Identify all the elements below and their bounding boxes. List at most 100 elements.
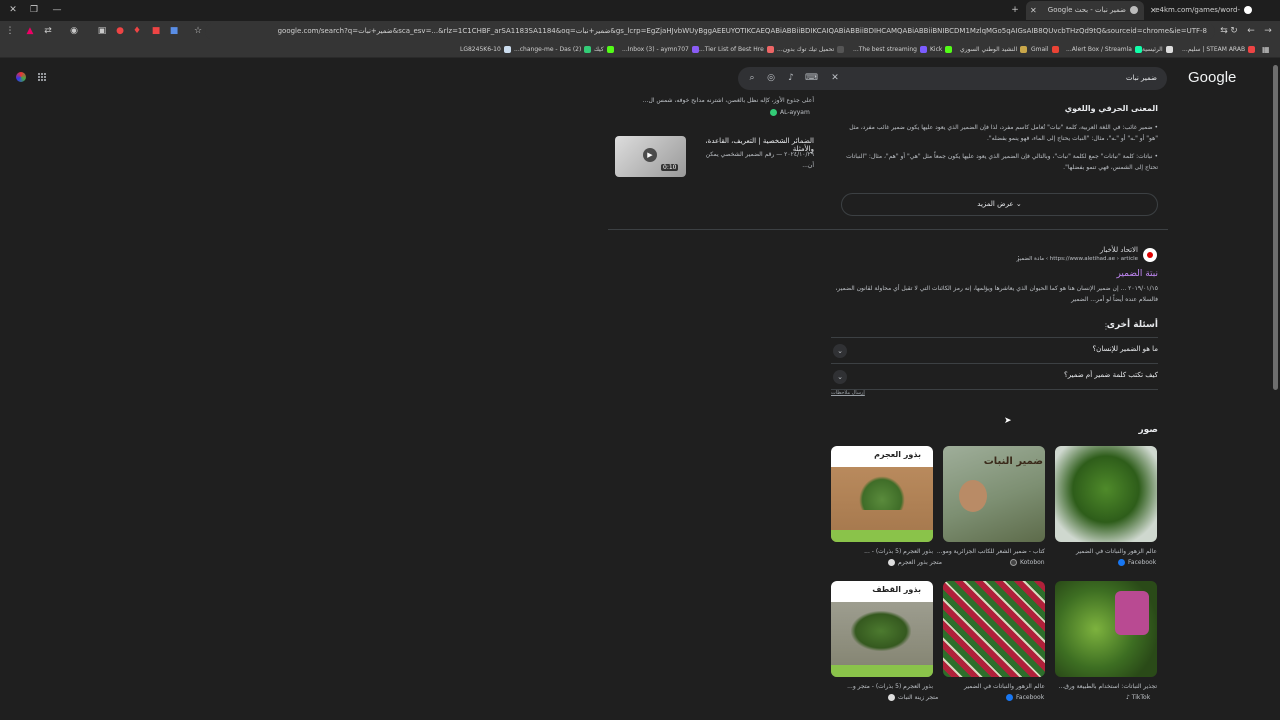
result-site-name[interactable]: الاتحاد للأخبار bbox=[1000, 246, 1138, 254]
play-icon[interactable]: ▶ bbox=[643, 148, 657, 162]
more-menu-icon[interactable]: ⋮ bbox=[4, 25, 16, 37]
google-logo[interactable]: Google bbox=[1188, 69, 1236, 86]
image-overlay-text: ضمير النبات bbox=[983, 456, 1043, 467]
paa-heading: أسئلة أخرى bbox=[1106, 320, 1158, 330]
tab-word-league[interactable]: ✕ e4km.com/games/word-league bbox=[1146, 1, 1258, 33]
more-options-icon[interactable]: ⋮ bbox=[1015, 255, 1022, 263]
all-bookmarks-icon[interactable]: ▦ bbox=[1262, 42, 1270, 58]
image-caption[interactable]: تجذير النباتات: استخدام بالطبيعة ورق... bbox=[1047, 682, 1157, 691]
bookmark-item[interactable]: LG8245K6-10 bbox=[460, 42, 511, 58]
bookmark-star-icon[interactable]: ☆ bbox=[192, 25, 204, 37]
mouse-cursor-icon: ➤ bbox=[1004, 416, 1012, 426]
side-result-date: ٢٠٢٤/١٠/٢٩ bbox=[784, 151, 814, 158]
bookmark-item[interactable]: STEAM ARAB | سليم... bbox=[1182, 42, 1256, 58]
apps-grid-icon[interactable] bbox=[38, 73, 47, 82]
extensions-puzzle-icon[interactable]: ▣ bbox=[96, 25, 108, 37]
definition-bullet-text: نباتات: كلمة "نباتات" جمع لكلمة "نبات"، … bbox=[846, 153, 1158, 171]
close-tab-icon[interactable]: ✕ bbox=[1150, 1, 1157, 20]
extension-icon[interactable]: ▲ bbox=[24, 25, 36, 37]
image-caption[interactable]: بذور العجرم (5 بذرات) - ... bbox=[823, 547, 933, 556]
bookmark-item[interactable]: Inbox (3) - aymn707... bbox=[622, 42, 699, 58]
bookmark-item[interactable]: الرئيسية bbox=[1142, 42, 1173, 58]
bookmark-label: The best streaming... bbox=[853, 46, 917, 53]
minimize-window-icon[interactable]: — bbox=[50, 3, 64, 17]
image-figure bbox=[959, 480, 987, 512]
image-figure bbox=[859, 476, 905, 510]
bookmark-label: كيك bbox=[594, 46, 604, 53]
image-overlay-text: بذور العجرم bbox=[874, 450, 921, 459]
close-window-icon[interactable]: ✕ bbox=[6, 3, 20, 17]
paa-question[interactable]: كيف تكتب كلمة ضمير أم ضمير؟ bbox=[900, 371, 1158, 379]
image-result[interactable]: ضمير النبات bbox=[943, 446, 1045, 542]
profile-icon[interactable]: ◉ bbox=[68, 25, 80, 37]
image-source-label: TikTok bbox=[1131, 694, 1151, 701]
restore-window-icon[interactable]: ❐ bbox=[27, 3, 41, 17]
images-heading: صور bbox=[1138, 425, 1158, 435]
new-tab-icon[interactable]: + bbox=[1008, 3, 1022, 17]
bookmark-item[interactable]: تحميل تيك توك بدون... bbox=[777, 42, 845, 58]
search-box[interactable]: ⌕ ◎ ♪ ⌨ ✕ ضمير نبات bbox=[738, 67, 1167, 90]
image-source-label: متجر زينة النبات bbox=[898, 694, 939, 701]
tab-google-search[interactable]: ✕ ضمير نبات - بحث Google bbox=[1026, 1, 1144, 20]
reload-icon[interactable]: ↻ bbox=[1228, 25, 1240, 37]
bookmark-item[interactable]: Alert Box / Streamla... bbox=[1066, 42, 1142, 58]
bookmark-item[interactable]: كيك bbox=[594, 42, 614, 58]
image-result[interactable]: بذور العجرم bbox=[831, 446, 933, 542]
extension-icon[interactable]: ■ bbox=[168, 25, 180, 37]
bookmark-label: (2) change-me - Das... bbox=[514, 46, 582, 53]
image-result[interactable] bbox=[1055, 581, 1157, 677]
image-result[interactable] bbox=[1055, 446, 1157, 542]
avatar[interactable] bbox=[16, 72, 26, 82]
image-source: متجر بذور العجرم bbox=[888, 559, 942, 566]
lens-icon[interactable]: ◎ bbox=[765, 72, 777, 84]
extension-icon[interactable]: ■ bbox=[150, 25, 162, 37]
paa-question[interactable]: ما هو الضمير للإنسان؟ bbox=[900, 345, 1158, 353]
address-url: google.com/search?q=ضمير+نبات&sca_esv=..… bbox=[277, 27, 1207, 35]
result-url[interactable]: https://www.aletihad.ae › article › مادة… bbox=[970, 256, 1138, 262]
bookmark-item[interactable]: The best streaming... bbox=[853, 42, 927, 58]
chevron-down-icon[interactable]: ⌄ bbox=[833, 344, 847, 358]
close-tab-icon[interactable]: ✕ bbox=[1030, 1, 1037, 20]
side-result-source-label: AL-ayyam bbox=[780, 109, 810, 116]
bookmark-item[interactable]: Tier List of Best Hre... bbox=[699, 42, 774, 58]
definition-heading: المعنى الحرفي واللغوي bbox=[1064, 104, 1158, 113]
bookmark-item[interactable]: Kick bbox=[930, 42, 953, 58]
show-more-button[interactable]: عرض المزيد ⌄ bbox=[841, 193, 1158, 216]
more-options-icon[interactable]: ⋮ bbox=[1102, 322, 1110, 331]
bookmark-item[interactable]: (2) change-me - Das... bbox=[514, 42, 592, 58]
extension-icon[interactable]: ⇄ bbox=[42, 25, 54, 37]
extension-icon[interactable]: ● bbox=[114, 25, 126, 37]
bookmark-label: تحميل تيك توك بدون... bbox=[777, 46, 835, 53]
bookmark-label: الرئيسية bbox=[1142, 46, 1163, 53]
search-input[interactable]: ضمير نبات bbox=[1126, 67, 1157, 90]
bookmark-item[interactable]: النشيد الوطني السوري bbox=[960, 42, 1028, 58]
image-caption[interactable]: بذور العجرم (5 بذرات) - متجر و... bbox=[823, 682, 933, 691]
microphone-icon[interactable]: ♪ bbox=[785, 72, 797, 84]
bookmark-item[interactable]: Gmail bbox=[1031, 42, 1059, 58]
back-icon[interactable]: ← bbox=[1245, 25, 1257, 37]
side-result-snippet: أعلى جذوع الأوز، كإله نظل بالغصن، اشترنه… bbox=[642, 97, 814, 104]
side-result-source[interactable]: AL-ayyam bbox=[770, 109, 810, 116]
browser-toolbar: ⋮ ▲ ⇄ ◉ ▣ ● ♦ ■ ■ ☆ google.com/search?q=… bbox=[0, 21, 1280, 42]
image-result[interactable]: بذور القطف bbox=[831, 581, 933, 677]
page-scrollbar[interactable] bbox=[1273, 65, 1278, 390]
video-thumbnail[interactable]: ▶ 0:10 bbox=[615, 136, 686, 177]
divider bbox=[831, 337, 1158, 338]
image-result[interactable] bbox=[943, 581, 1045, 677]
feedback-link[interactable]: إرسال ملاحظات bbox=[831, 390, 865, 396]
clear-search-icon[interactable]: ✕ bbox=[829, 72, 841, 84]
address-bar[interactable]: google.com/search?q=ضمير+نبات&sca_esv=..… bbox=[205, 23, 1215, 40]
extension-icon[interactable]: ♦ bbox=[131, 25, 143, 37]
chevron-down-icon[interactable]: ⌄ bbox=[833, 370, 847, 384]
search-icon[interactable]: ⌕ bbox=[746, 72, 758, 84]
bookmark-label: Kick bbox=[930, 46, 943, 53]
result-title[interactable]: نبتة الضمير bbox=[1000, 269, 1158, 279]
image-figure bbox=[851, 611, 911, 651]
image-source: متجر زينة النبات bbox=[888, 694, 938, 701]
image-source: Facebook bbox=[1118, 559, 1156, 566]
keyboard-icon[interactable]: ⌨ bbox=[805, 72, 818, 84]
forward-icon[interactable]: → bbox=[1262, 25, 1274, 37]
image-caption[interactable]: عالم الزهور والنباتات في الضمير bbox=[935, 682, 1045, 691]
image-caption[interactable]: كتاب - ضمير الشعر للكاتب الجزائرية ومو..… bbox=[935, 547, 1045, 556]
image-caption[interactable]: عالم الزهور والنباتات في الضمير bbox=[1047, 547, 1157, 556]
